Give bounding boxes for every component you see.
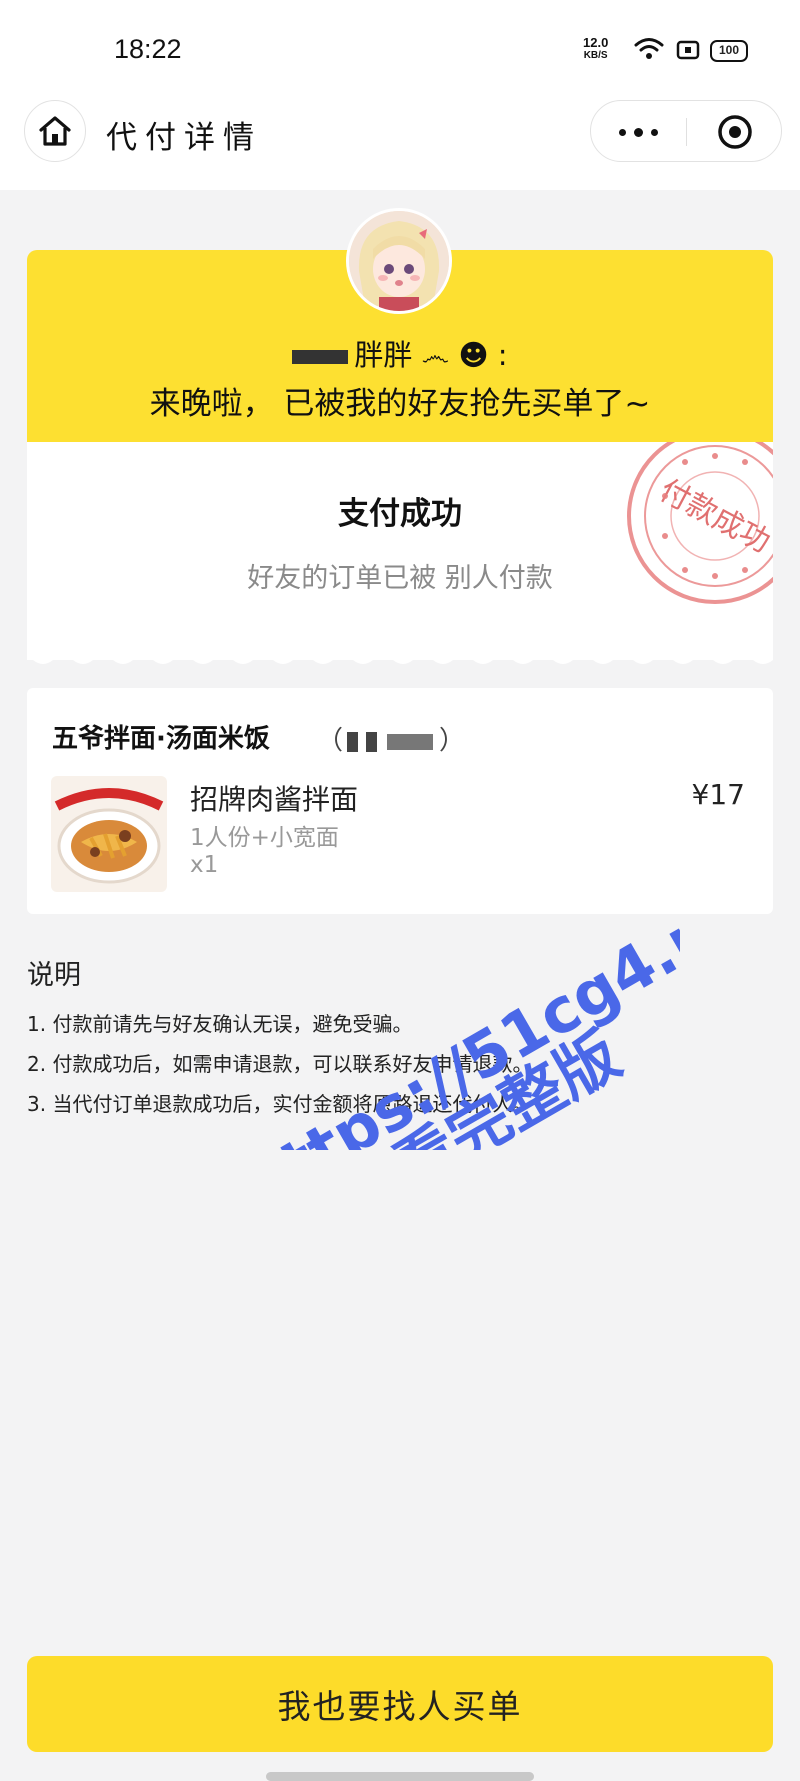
sim-icon	[676, 40, 700, 60]
network-speed-unit: KB/S	[583, 50, 608, 61]
dish-spec: 1人份+小宽面	[190, 825, 339, 851]
order-card[interactable]: 五爷拌面·汤面米饭 （） 招牌肉酱拌面 1人份+小宽面 x1 ¥17	[27, 688, 773, 914]
noodle-dish-image	[51, 776, 167, 892]
notes-item: 3. 当代付订单退款成功后，实付金额将原路退还代付人。	[27, 1092, 533, 1116]
more-dot-icon	[651, 128, 658, 136]
target-close-icon	[718, 115, 752, 149]
dish-thumbnail	[51, 776, 167, 892]
payment-status-card: 支付成功 好友的订单已被 别人付款 付款成功	[27, 442, 773, 660]
more-dot-icon	[619, 128, 626, 136]
payer-name-line: 胖胖 ෴ ☻ :	[0, 332, 800, 374]
wifi-icon	[634, 38, 664, 59]
find-someone-to-pay-button[interactable]: 我也要找人买单	[27, 1656, 773, 1752]
dish-quantity: x1	[190, 852, 219, 878]
notes-item: 1. 付款前请先与好友确认无误，避免受骗。	[27, 1012, 413, 1036]
page-title: 代付详情	[106, 120, 262, 156]
status-time: 18:22	[114, 34, 182, 64]
payer-avatar	[346, 208, 452, 314]
network-speed: 12.0 KB/S	[583, 36, 608, 62]
redacted-name-block	[292, 350, 349, 364]
battery-icon: 100	[710, 40, 748, 62]
home-icon	[39, 116, 71, 146]
ticket-wave-edge	[27, 652, 773, 664]
emoji-icon: ෴ ☻ :	[412, 338, 508, 372]
notes-list: 1. 付款前请先与好友确认无误，避免受骗。 2. 付款成功后，如需申请退款，可以…	[27, 1004, 532, 1124]
payer-message: 来晚啦， 已被我的好友抢先买单了~	[149, 386, 651, 422]
page: 18:22 12.0 KB/S 100 代付详情 胖胖 ෴ ☻: 来晚啦， 已…	[0, 0, 800, 1781]
home-button[interactable]	[24, 100, 86, 162]
paid-stamp-icon: 付款成功	[627, 442, 773, 604]
dish-name: 招牌肉酱拌面	[190, 783, 359, 816]
notes-item: 2. 付款成功后，如需申请退款，可以联系好友申请退款。	[27, 1052, 533, 1076]
dish-price: ¥17	[691, 778, 745, 811]
payer-name: 胖胖	[354, 338, 413, 372]
more-button[interactable]	[591, 101, 686, 163]
notes-title: 说明	[27, 960, 81, 991]
more-dot-icon	[634, 127, 643, 137]
anime-avatar-image	[349, 211, 449, 311]
home-indicator[interactable]	[266, 1772, 534, 1781]
close-miniprogram-button[interactable]	[687, 101, 783, 163]
status-bar: 18:22 12.0 KB/S 100	[0, 0, 800, 90]
miniprogram-capsule	[590, 100, 782, 162]
redacted-shop-branch: （）	[317, 726, 466, 756]
nav-bar: 代付详情	[0, 90, 800, 190]
shop-name: 五爷拌面·汤面米饭	[52, 724, 270, 754]
network-speed-value: 12.0	[583, 35, 609, 50]
